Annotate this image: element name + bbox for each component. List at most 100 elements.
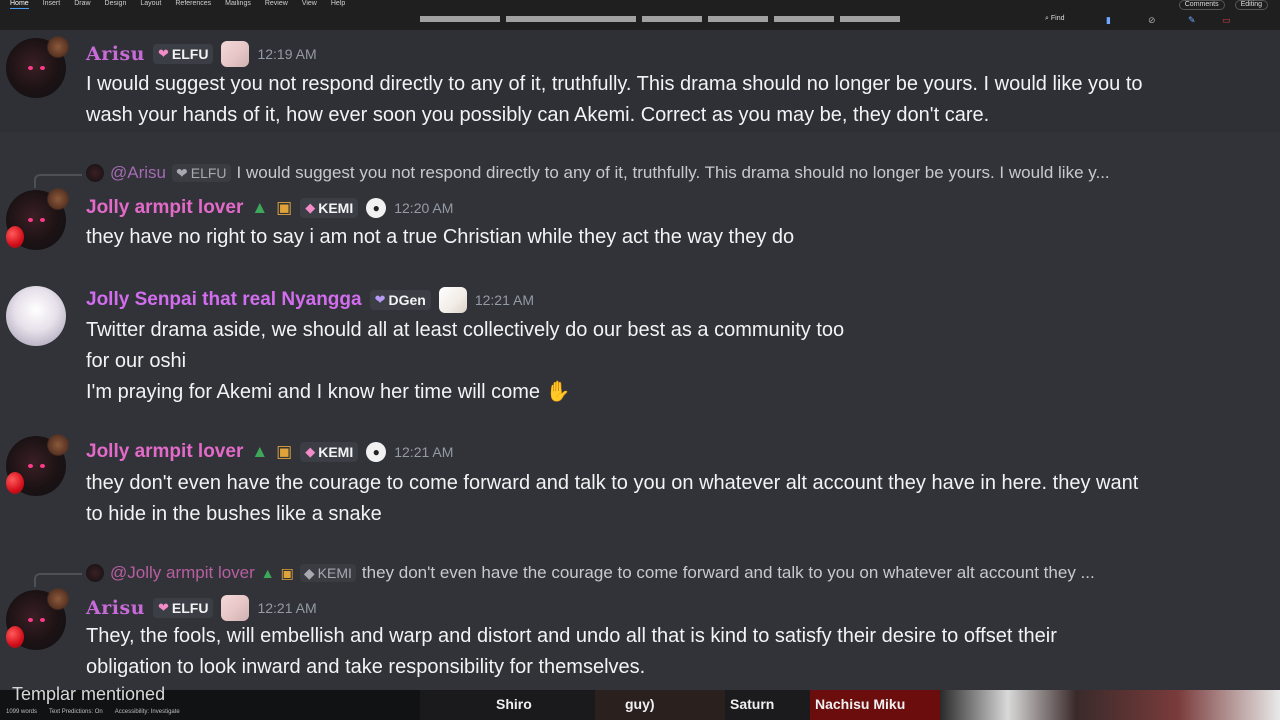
avatar-eye xyxy=(28,464,33,468)
message-header: Arisu ❤ ELFU 12:21 AM xyxy=(86,595,317,621)
ribbon-tab-layout[interactable]: Layout xyxy=(140,0,161,9)
member-tile[interactable]: Saturn xyxy=(725,690,810,720)
username[interactable]: Arisu xyxy=(86,43,145,65)
ribbon-tab-insert[interactable]: Insert xyxy=(43,0,61,9)
cat-icon: ◆ xyxy=(305,200,316,215)
username[interactable]: Jolly Senpai that real Nyangga xyxy=(86,289,362,311)
username[interactable]: Jolly armpit lover xyxy=(86,441,243,463)
style-swatch[interactable] xyxy=(840,16,900,22)
balloon-icon xyxy=(6,626,24,648)
ribbon-tab-help[interactable]: Help xyxy=(331,0,345,9)
role-tag[interactable]: ❤ ELFU xyxy=(152,44,214,64)
heart-icon: ❤ xyxy=(157,46,169,61)
role-tag-label: ELFU xyxy=(171,600,209,616)
find-button[interactable]: ⌕ Find xyxy=(1045,15,1065,23)
reply-role-tag-label: ELFU xyxy=(190,165,227,181)
reply-spine xyxy=(34,573,82,587)
style-swatch[interactable] xyxy=(642,16,702,22)
ribbon-right-controls: Comments Editing xyxy=(1178,0,1268,10)
role-tag[interactable]: ❤ DGen xyxy=(369,290,431,310)
comments-button[interactable]: Comments xyxy=(1178,0,1225,10)
reply-preview[interactable]: @Jolly armpit lover ▲ ▣ ◆ KEMI they don't… xyxy=(86,561,1246,585)
member-tile[interactable] xyxy=(940,690,1280,720)
bottom-strip: Templar mentioned 1099 words Text Predic… xyxy=(0,684,1280,720)
ribbon-tab-design[interactable]: Design xyxy=(105,0,127,9)
ribbon-tab-references[interactable]: References xyxy=(175,0,211,9)
ribbon-tabs: Home Insert Draw Design Layout Reference… xyxy=(10,0,345,9)
style-gallery[interactable] xyxy=(420,16,900,22)
avatar-eye xyxy=(28,218,33,222)
ribbon-tab-review[interactable]: Review xyxy=(265,0,288,9)
message-header: Arisu ❤ ELFU 12:19 AM xyxy=(86,41,317,67)
word-ribbon: Home Insert Draw Design Layout Reference… xyxy=(0,0,1280,31)
message-header: Jolly Senpai that real Nyangga ❤ DGen 12:… xyxy=(86,287,534,313)
username[interactable]: Jolly armpit lover xyxy=(86,197,243,219)
role-tag-label: KEMI xyxy=(318,200,354,216)
member-tile[interactable]: Nachisu Miku xyxy=(810,690,940,720)
timestamp: 12:20 AM xyxy=(394,200,454,216)
reply-author[interactable]: @Jolly armpit lover xyxy=(110,563,255,583)
text-predictions-status[interactable]: Text Predictions: On xyxy=(49,709,103,715)
avatar[interactable] xyxy=(6,188,70,250)
member-name: Nachisu Miku xyxy=(815,696,906,712)
style-swatch[interactable] xyxy=(420,16,500,22)
member-tile[interactable]: Shiro xyxy=(420,690,595,720)
timestamp: 12:21 AM xyxy=(257,600,317,616)
ribbon-tab-mailings[interactable]: Mailings xyxy=(225,0,251,9)
reply-preview[interactable]: @Arisu ❤ ELFU I would suggest you not res… xyxy=(86,161,1246,185)
reply-role-tag: ❤ ELFU xyxy=(172,164,231,182)
editor-icon[interactable]: ⊘ xyxy=(1148,15,1156,26)
role-tag[interactable]: ◆ KEMI xyxy=(300,198,359,218)
accessibility-status[interactable]: Accessibility: Investigate xyxy=(115,709,180,715)
chat-messages: Arisu ❤ ELFU 12:19 AM I would suggest you… xyxy=(0,30,1280,690)
role-tag[interactable]: ❤ ELFU xyxy=(152,598,214,618)
timestamp: 12:19 AM xyxy=(257,46,317,62)
ribbon-tab-draw[interactable]: Draw xyxy=(74,0,90,9)
avatar-ears xyxy=(46,434,70,456)
chat-message[interactable]: @Jolly armpit lover ▲ ▣ ◆ KEMI they don't… xyxy=(0,558,1280,688)
avatar[interactable] xyxy=(6,286,66,346)
style-swatch[interactable] xyxy=(708,16,768,22)
message-body: they have no right to say i am not a tru… xyxy=(86,222,1256,253)
member-tile[interactable]: guy) xyxy=(595,690,725,720)
chat-message[interactable]: Arisu ❤ ELFU 12:19 AM I would suggest you… xyxy=(0,30,1280,132)
heart-icon: ❤ xyxy=(157,600,169,615)
ribbon-tab-view[interactable]: View xyxy=(302,0,317,9)
avatar-eye xyxy=(28,618,33,622)
paw-icon: ● xyxy=(366,442,387,462)
message-body: they don't even have the courage to come… xyxy=(86,468,1256,530)
reply-role-tag: ◆ KEMI xyxy=(299,564,356,582)
gift-icon: ▣ xyxy=(276,198,293,217)
role-tag[interactable]: ◆ KEMI xyxy=(300,442,359,462)
gift-icon: ▣ xyxy=(276,442,293,461)
find-label: Find xyxy=(1050,15,1065,22)
avatar-ears xyxy=(46,36,70,58)
cat-icon: ◆ xyxy=(303,564,315,581)
avatar[interactable] xyxy=(6,36,70,98)
message-line: for our oshi xyxy=(86,350,187,372)
member-name: Saturn xyxy=(730,696,775,712)
sensitivity-icon[interactable]: ▮ xyxy=(1106,15,1111,26)
chat-message[interactable]: @Arisu ❤ ELFU I would suggest you not res… xyxy=(0,158,1280,258)
word-count[interactable]: 1099 words xyxy=(6,709,37,715)
avatar[interactable] xyxy=(6,434,70,496)
style-swatch[interactable] xyxy=(506,16,636,22)
gift-icon: ▣ xyxy=(280,565,294,581)
style-swatch[interactable] xyxy=(774,16,834,22)
designer-icon[interactable]: ✎ xyxy=(1188,15,1196,26)
sticker-icon xyxy=(221,595,250,621)
chat-message[interactable]: Jolly armpit lover ▲ ▣ ◆ KEMI ● 12:21 AM … xyxy=(0,432,1280,532)
reply-author[interactable]: @Arisu xyxy=(110,163,166,183)
avatar[interactable] xyxy=(6,588,70,650)
balloon-icon xyxy=(6,226,24,248)
avatar-eye xyxy=(40,218,45,222)
member-name: guy) xyxy=(625,696,655,712)
editing-mode-button[interactable]: Editing xyxy=(1234,0,1268,10)
avatar-face xyxy=(6,286,66,346)
record-icon[interactable]: ▭ xyxy=(1222,15,1231,26)
chat-message[interactable]: Jolly Senpai that real Nyangga ❤ DGen 12:… xyxy=(0,280,1280,415)
ribbon-tab-home[interactable]: Home xyxy=(10,0,29,9)
heart-icon: ❤ xyxy=(374,292,386,307)
username[interactable]: Arisu xyxy=(86,597,145,619)
christmas-tree-icon: ▲ xyxy=(260,565,275,581)
